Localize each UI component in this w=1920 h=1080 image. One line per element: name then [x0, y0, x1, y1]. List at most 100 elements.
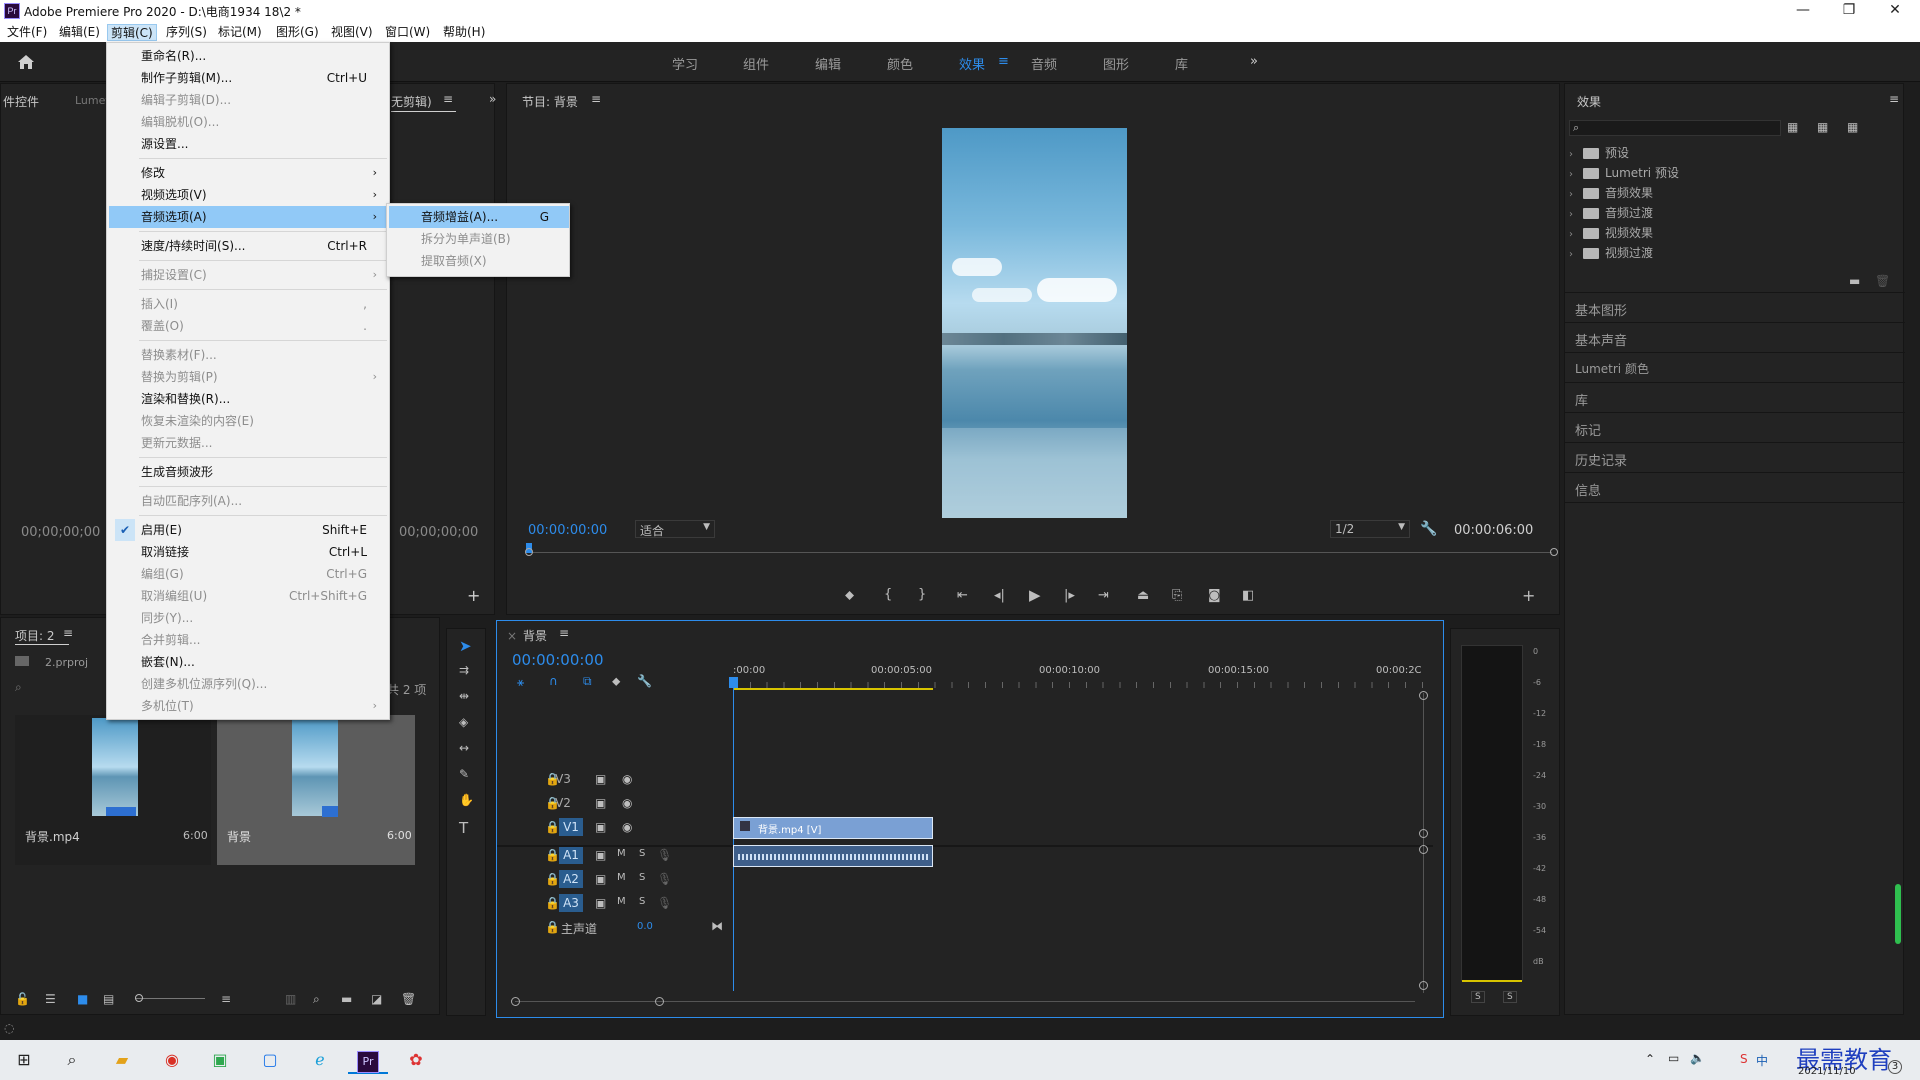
pen-tool-icon[interactable]: ✎ — [459, 767, 469, 781]
workspace-audio[interactable]: 音频 — [1031, 54, 1057, 73]
close-tab-icon[interactable]: × — [507, 629, 517, 643]
track-a3[interactable]: 🔒 A3 ▣ M S 🎙 — [537, 893, 729, 915]
menu-clip[interactable]: 剪辑(C) — [107, 24, 157, 41]
home-icon[interactable] — [16, 52, 36, 72]
time-ruler[interactable]: :00:00 00:00:05:00 00:00:10:00 00:00:15:… — [733, 659, 1423, 691]
play-icon[interactable]: ▶ — [1029, 586, 1041, 604]
menu-item-make-subclip[interactable]: 制作子剪辑(M)... Ctrl+U — [109, 67, 387, 89]
menu-file[interactable]: 文件(F) — [4, 24, 50, 41]
export-frame-icon[interactable]: ◙ — [1208, 588, 1221, 603]
slip-tool-icon[interactable]: ↔ — [459, 741, 469, 755]
ripple-edit-tool-icon[interactable]: ⇹ — [459, 689, 469, 703]
track-label[interactable]: V1 — [559, 818, 583, 836]
effects-folder[interactable]: › 视频效果 — [1569, 224, 1889, 242]
lift-icon[interactable]: ⏏ — [1137, 588, 1149, 603]
panel-essential-sound[interactable]: 基本声音 — [1565, 323, 1905, 353]
zoom-handle-right[interactable] — [655, 997, 664, 1006]
razor-tool-icon[interactable]: ◈ — [459, 715, 468, 729]
panel-overflow-icon[interactable]: » — [489, 92, 496, 106]
add-marker-icon[interactable]: ⬥ — [612, 674, 620, 689]
extract-icon[interactable]: ⎘ — [1172, 588, 1182, 603]
eye-icon[interactable]: ◉ — [622, 772, 632, 786]
zoom-slider-handle[interactable] — [135, 994, 143, 1002]
effects-folder[interactable]: › 预设 — [1569, 144, 1889, 162]
ime-icon[interactable]: S — [1740, 1052, 1748, 1066]
menu-window[interactable]: 窗口(W) — [382, 24, 433, 41]
menu-item-audio-gain[interactable]: 音频增益(A)... G — [389, 206, 569, 228]
step-forward-icon[interactable]: |▸ — [1064, 588, 1075, 603]
go-to-in-icon[interactable]: ⇤ — [957, 588, 968, 603]
wrench-icon[interactable]: 🔧 — [1420, 521, 1437, 537]
workspace-learn[interactable]: 学习 — [672, 54, 698, 73]
timeline-menu-icon[interactable]: ≡ — [559, 626, 569, 640]
effects-menu-icon[interactable]: ≡ — [1889, 92, 1899, 106]
scrubber-end-handle[interactable] — [1550, 548, 1558, 556]
list-view-icon[interactable]: ☰ — [45, 992, 56, 1006]
scrubber-start-handle[interactable] — [525, 548, 533, 556]
program-scrubber[interactable] — [525, 543, 1558, 561]
search-icon[interactable]: ⌕ — [52, 1046, 92, 1074]
mute-button[interactable]: M — [617, 896, 626, 907]
solo-left-button[interactable]: S — [1471, 991, 1485, 1003]
scroll-handle[interactable] — [1419, 829, 1428, 838]
go-to-out-icon[interactable]: ⇥ — [1098, 588, 1109, 603]
workspace-editing[interactable]: 编辑 — [815, 54, 841, 73]
automate-icon[interactable]: ▥ — [285, 992, 296, 1006]
nest-toggle-icon[interactable]: ⚹ — [517, 675, 524, 690]
windows-start-icon[interactable]: ⊞ — [4, 1046, 44, 1074]
mark-in-icon[interactable]: { — [884, 587, 892, 602]
solo-right-button[interactable]: S — [1503, 991, 1517, 1003]
menu-item-unlink[interactable]: 取消链接 Ctrl+L — [109, 541, 387, 563]
premiere-taskbar-icon[interactable]: Pr — [348, 1046, 388, 1074]
track-label[interactable]: A2 — [559, 870, 583, 888]
menu-help[interactable]: 帮助(H) — [440, 24, 488, 41]
app-icon[interactable]: ▣ — [200, 1046, 240, 1074]
vertical-scrollbar[interactable] — [1423, 693, 1424, 993]
menu-item-audio-options[interactable]: 音频选项(A) › — [109, 206, 387, 228]
zoom-handle-left[interactable] — [511, 997, 520, 1006]
workspace-effects[interactable]: 效果 — [959, 54, 985, 73]
track-select-tool-icon[interactable]: ⇉ — [459, 663, 469, 677]
lock-icon[interactable]: 🔓 — [15, 992, 30, 1006]
program-timecode[interactable]: 00:00:00:00 — [528, 523, 607, 538]
solo-button[interactable]: S — [639, 848, 645, 859]
trash-icon[interactable]: 🗑 — [401, 992, 416, 1006]
sort-icon[interactable]: ≡ — [221, 992, 231, 1006]
menu-view[interactable]: 视图(V) — [328, 24, 376, 41]
timeline-timecode[interactable]: 00:00:00:00 — [512, 651, 604, 669]
menu-graphics[interactable]: 图形(G) — [273, 24, 322, 41]
network-icon[interactable]: ▭ — [1668, 1051, 1679, 1065]
volume-icon[interactable]: 🔈 — [1690, 1051, 1705, 1065]
find-icon[interactable]: ⌕ — [313, 992, 320, 1007]
file-explorer-icon[interactable]: ▰ — [102, 1046, 142, 1074]
add-button-icon[interactable]: + — [467, 586, 480, 605]
workspace-color[interactable]: 颜色 — [887, 54, 913, 73]
playhead-marker[interactable] — [729, 677, 738, 688]
mic-icon[interactable]: 🎙 — [657, 872, 672, 886]
mark-out-icon[interactable]: } — [918, 587, 926, 602]
chevron-up-icon[interactable]: ⌃ — [1645, 1052, 1655, 1066]
resolution-dropdown[interactable]: 1/2 ▼ — [1330, 520, 1410, 538]
menu-item-modify[interactable]: 修改 › — [109, 162, 387, 184]
track-a1[interactable]: 🔒 A1 ▣ M S 🎙 — [537, 845, 729, 867]
menu-sequence[interactable]: 序列(S) — [163, 24, 210, 41]
effects-folder[interactable]: › 音频效果 — [1569, 184, 1889, 202]
menu-item-enable[interactable]: ✔ 启用(E) Shift+E — [109, 519, 387, 541]
app-icon[interactable]: ✿ — [396, 1046, 436, 1074]
menu-item-source-settings[interactable]: 源设置... — [109, 133, 387, 155]
32bit-effects-icon[interactable]: ▦ — [1817, 120, 1828, 134]
tab-source-no-clip[interactable]: 无剪辑) — [391, 93, 432, 110]
more-workspaces-icon[interactable]: » — [1250, 54, 1258, 69]
add-button-icon[interactable]: + — [1522, 586, 1535, 605]
scroll-handle[interactable] — [1419, 691, 1428, 700]
hand-tool-icon[interactable]: ✋ — [459, 793, 474, 807]
sync-lock-icon[interactable]: ▣ — [595, 820, 606, 834]
minimize-button[interactable]: — — [1780, 0, 1826, 22]
track-a2[interactable]: 🔒 A2 ▣ M S 🎙 — [537, 869, 729, 891]
project-title[interactable]: 项目: 2 — [15, 627, 55, 644]
add-marker-icon[interactable]: ⬥ — [845, 588, 854, 603]
scroll-indicator[interactable] — [1895, 884, 1901, 944]
track-label[interactable]: V3 — [551, 770, 575, 788]
panel-essential-graphics[interactable]: 基本图形 — [1565, 293, 1905, 323]
panel-lumetri-color[interactable]: Lumetri 颜色 — [1565, 353, 1905, 383]
